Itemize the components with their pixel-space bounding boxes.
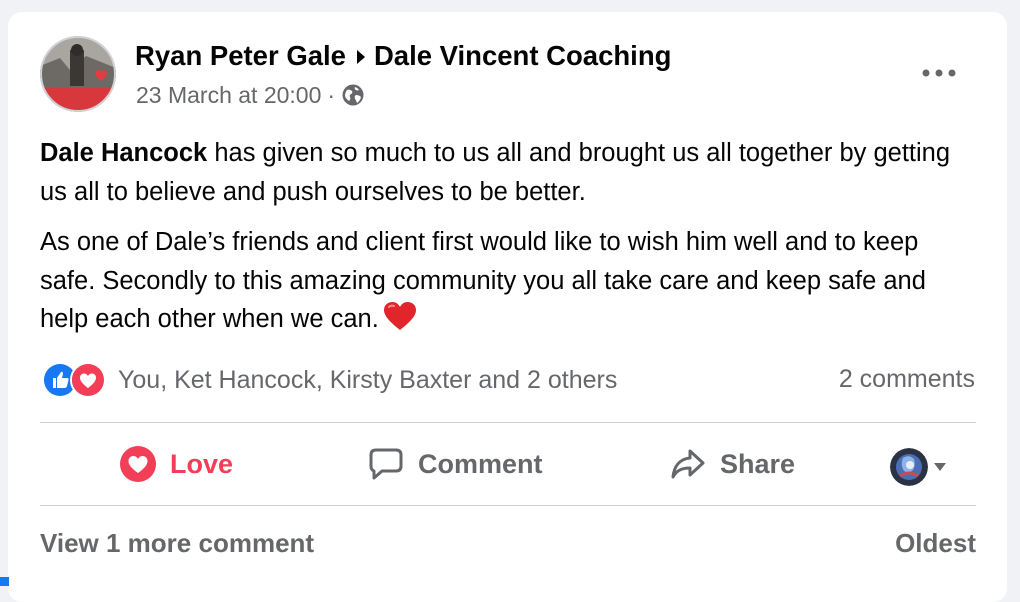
share-icon [671,449,705,479]
paragraph-2-text: As one of Dale’s friends and client firs… [40,228,926,333]
account-avatar [890,448,928,486]
comment-label: Comment [418,448,543,479]
love-label: Love [170,448,234,479]
focus-indicator [0,577,9,586]
globe-icon[interactable] [341,83,365,107]
post-timestamp[interactable]: 23 March at 20:00 [136,82,321,109]
caret-down-icon [934,463,946,471]
post-header-names: Ryan Peter Gale Dale Vincent Coaching [135,40,671,72]
page-name[interactable]: Dale Vincent Coaching [374,40,671,72]
post-meta: 23 March at 20:00 · [136,80,365,110]
post-body: Dale Hancock has given so much to us all… [40,134,980,355]
meta-separator: · [327,81,336,108]
view-more-comments-link[interactable]: View 1 more comment [40,528,314,559]
share-label: Share [720,448,796,479]
comments-footer: View 1 more comment Oldest [40,528,976,564]
love-icon [120,446,156,482]
comment-sort-button[interactable]: Oldest [895,528,976,559]
post-card: Ryan Peter Gale Dale Vincent Coaching 23… [8,12,1007,602]
post-paragraph-1: Dale Hancock has given so much to us all… [40,134,980,211]
comments-count[interactable]: 2 comments [839,365,975,394]
caret-right-icon [356,40,366,72]
post-paragraph-2: As one of Dale’s friends and client firs… [40,223,980,343]
reaction-names[interactable]: You, Ket Hancock, Kirsty Baxter and 2 ot… [118,366,617,395]
divider-top [40,422,976,423]
comment-icon [369,448,403,480]
avatar-image [40,36,116,112]
red-heart-icon [383,301,417,343]
love-icon [70,362,106,398]
reactions-summary[interactable]: You, Ket Hancock, Kirsty Baxter and 2 ot… [42,362,617,398]
action-bar: Love Comment Share [40,436,976,492]
account-switcher[interactable] [890,448,946,486]
love-button[interactable]: Love [120,436,233,492]
tagged-person[interactable]: Dale Hancock [40,139,207,167]
author-name[interactable]: Ryan Peter Gale [135,40,346,72]
divider-bottom [40,505,976,506]
author-avatar[interactable] [40,36,116,112]
share-button[interactable]: Share [670,436,795,492]
comment-button[interactable]: Comment [368,436,543,492]
more-horizontal-icon[interactable] [918,56,960,90]
